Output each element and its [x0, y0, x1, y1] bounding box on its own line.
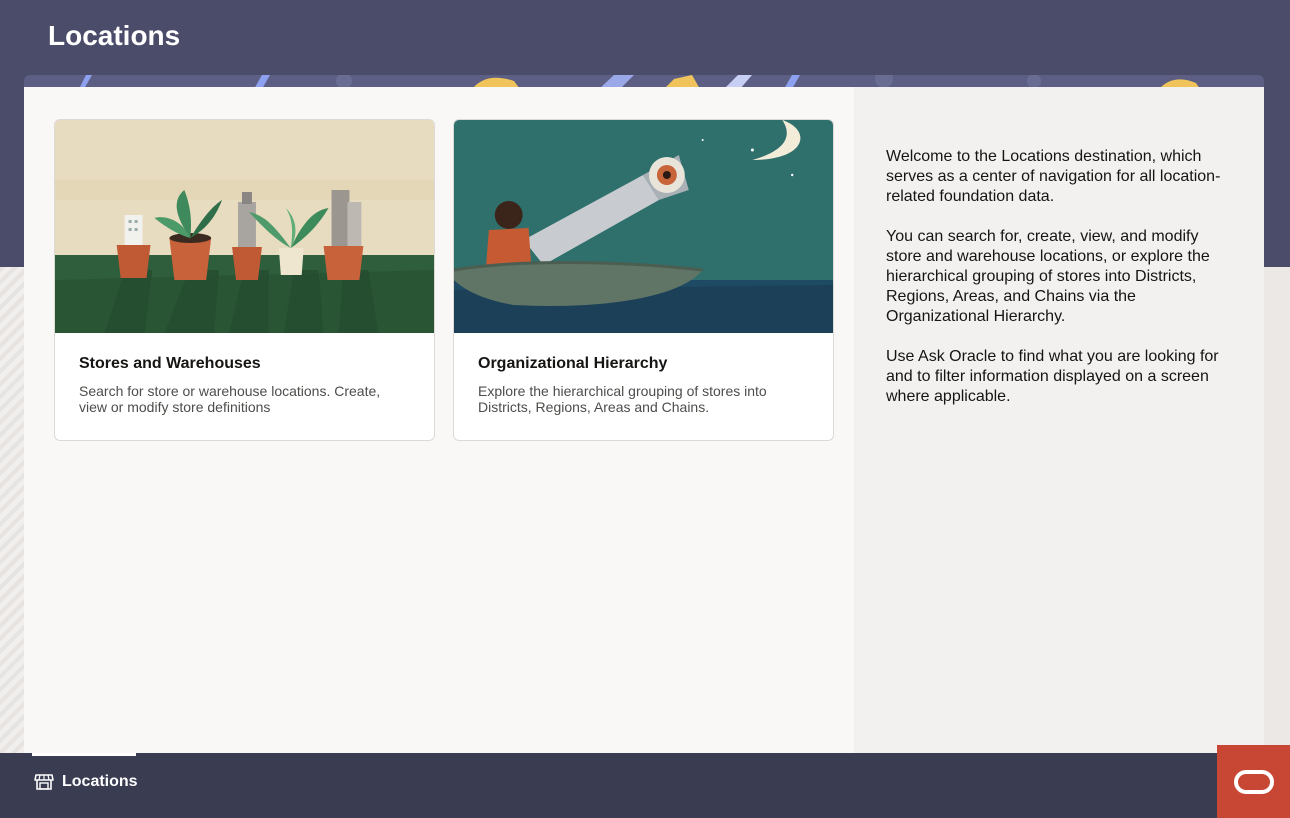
oracle-logo-icon — [1233, 769, 1274, 794]
card-title: Stores and Warehouses — [79, 355, 261, 372]
footer-nav-label: Locations — [62, 773, 138, 790]
card-description: Search for store or warehouse locations.… — [79, 383, 381, 415]
footer-nav-locations[interactable]: Locations — [34, 772, 138, 792]
left-background-texture — [0, 267, 24, 757]
store-icon — [34, 774, 54, 790]
card-stores-and-warehouses[interactable]: Stores and Warehouses Search for store o… — [54, 119, 435, 441]
info-panel: Welcome to the Locations destination, wh… — [854, 87, 1264, 753]
card-organizational-hierarchy[interactable]: Organizational Hierarchy Explore the hie… — [453, 119, 834, 441]
card-description: Explore the hierarchical grouping of sto… — [478, 383, 767, 415]
info-paragraph: Welcome to the Locations destination, wh… — [886, 148, 1221, 205]
potted-plants-illustration — [55, 120, 434, 333]
footer-nav-bar — [0, 753, 1290, 818]
ask-oracle-button[interactable] — [1217, 745, 1290, 818]
info-paragraph: You can search for, create, view, and mo… — [886, 228, 1210, 325]
page-title: Locations — [48, 20, 181, 51]
cards-area: Stores and Warehouses Search for store o… — [24, 87, 854, 753]
active-tab-indicator — [32, 753, 136, 756]
telescope-boat-illustration — [454, 120, 833, 333]
main-panel: Stores and Warehouses Search for store o… — [24, 87, 1264, 753]
right-background-texture — [1264, 267, 1290, 757]
card-title: Organizational Hierarchy — [478, 355, 668, 372]
info-paragraph: Use Ask Oracle to find what you are look… — [886, 348, 1219, 405]
